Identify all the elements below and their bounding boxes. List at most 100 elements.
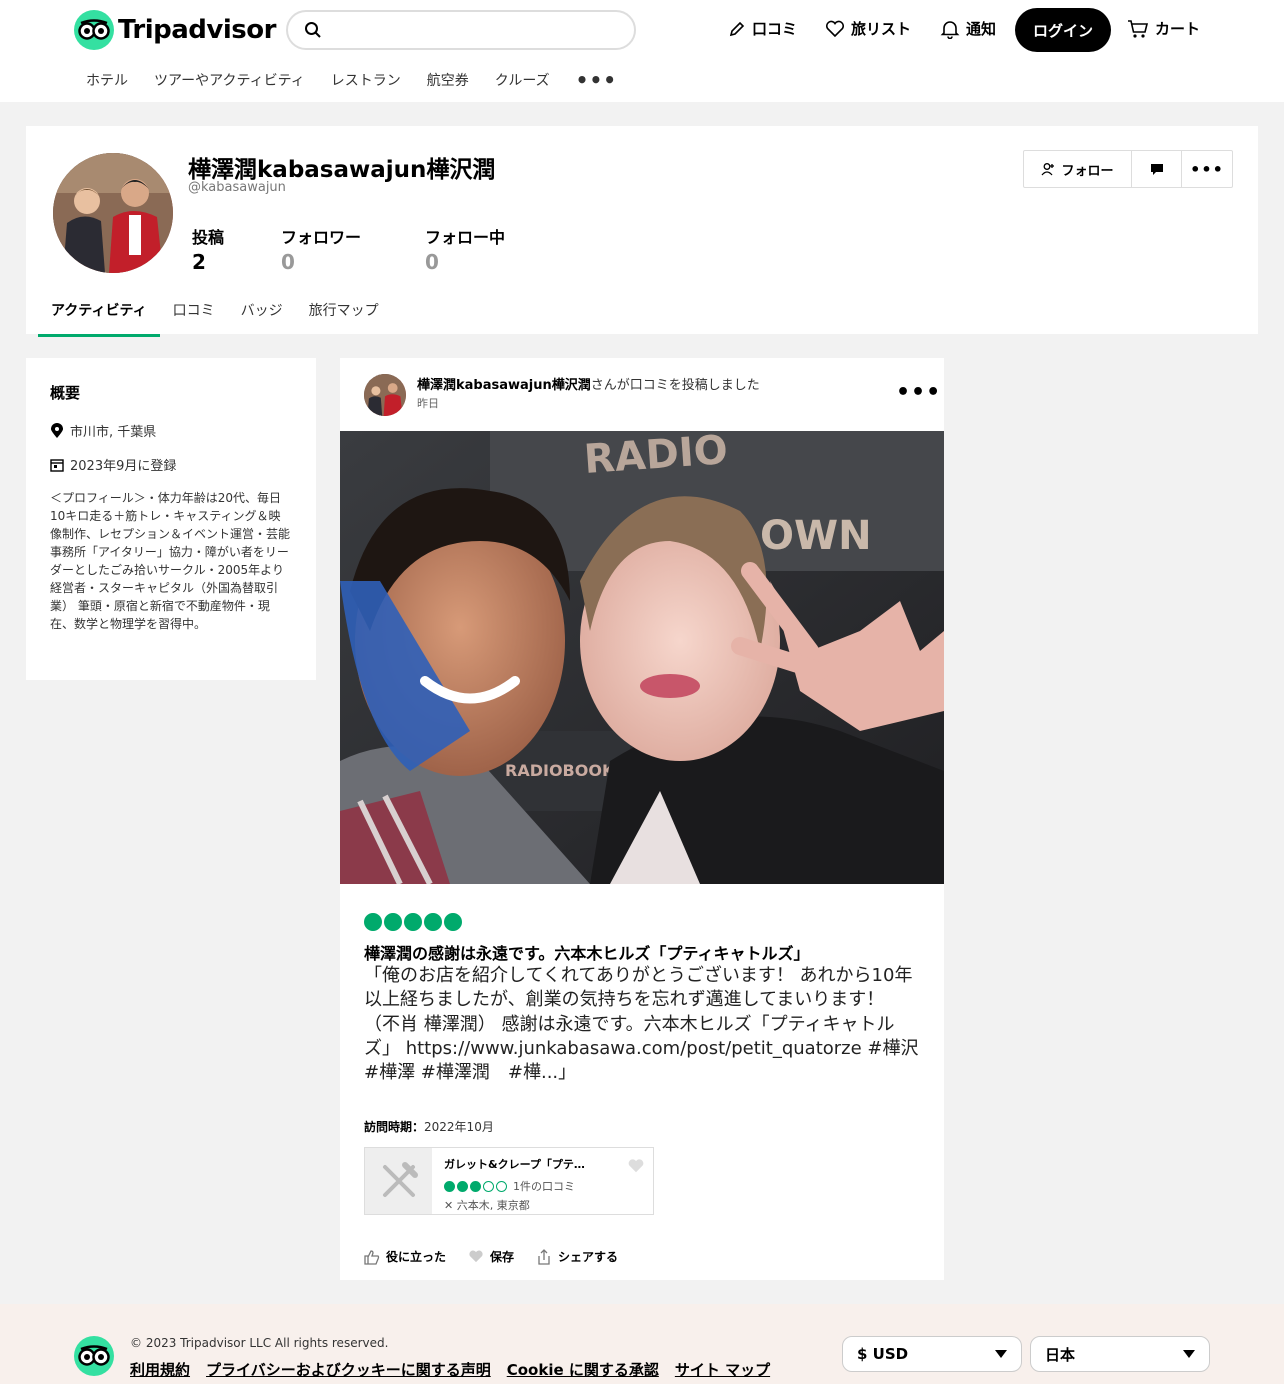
cart-icon [1128, 19, 1149, 38]
profile-tabs: アクティビティ 口コミ バッジ 旅行マップ [38, 294, 392, 337]
chevron-down-icon [1183, 1350, 1195, 1358]
place-bubble-filled [470, 1180, 481, 1192]
search-input[interactable] [330, 22, 634, 38]
message-button[interactable] [1132, 151, 1182, 187]
stat-followers-label: フォロワー [281, 228, 362, 247]
nav-review[interactable]: 口コミ [728, 18, 797, 39]
place-review-count: 1件の口コミ [513, 1180, 575, 1193]
currency-select[interactable]: $ USD [842, 1336, 1022, 1372]
share-label: シェアする [558, 1250, 619, 1264]
profile-card: 樺澤潤kabasawajun樺沢潤 @kabasawajun 投稿 2 フォロワ… [26, 126, 1258, 337]
utensils-small-icon: ✕ [444, 1199, 454, 1212]
category-tours[interactable]: ツアーやアクティビティ [154, 70, 305, 90]
intro-card: 概要 市川市, 千葉県 2023年9月に登録 ＜プロフィール＞・体力年齢は20代… [26, 358, 316, 680]
rating-bubble-filled [444, 913, 462, 931]
tab-activity[interactable]: アクティビティ [38, 294, 160, 337]
footer-link-sitemap[interactable]: サイト マップ [675, 1359, 770, 1380]
stat-following-label: フォロー中 [425, 228, 506, 247]
nav-alerts[interactable]: 通知 [940, 18, 996, 39]
tab-travel-map[interactable]: 旅行マップ [296, 294, 392, 337]
place-bubble-empty [496, 1180, 507, 1192]
helpful-button[interactable]: 役に立った [364, 1248, 446, 1265]
place-info: ガレット&クレープ「プテ… 1件の口コミ ✕ 六本木, 東京都 [432, 1148, 653, 1214]
share-icon [538, 1248, 550, 1265]
intro-joined-text: 2023年9月に登録 [70, 459, 177, 474]
nav-cart[interactable]: カート [1127, 18, 1200, 39]
post-rating-bubbles [364, 913, 462, 931]
footer-link-cookie[interactable]: Cookie に関する承認 [507, 1359, 659, 1380]
copyright: © 2023 Tripadvisor LLC All rights reserv… [130, 1336, 389, 1350]
stat-posts[interactable]: 投稿 2 [192, 224, 224, 274]
place-thumbnail [365, 1148, 432, 1214]
post-author-avatar[interactable] [364, 374, 406, 416]
nav-trips[interactable]: 旅リスト [825, 18, 911, 39]
more-categories-icon[interactable]: ••• [576, 70, 617, 90]
nav-review-label: 口コミ [752, 20, 798, 38]
rating-bubble-filled [424, 913, 442, 931]
category-nav: ホテル ツアーやアクティビティ レストラン 航空券 クルーズ ••• [86, 70, 617, 90]
post-author-name[interactable]: 樺澤潤kabasawajun樺沢潤 [417, 378, 591, 393]
search-box[interactable] [286, 10, 636, 50]
place-bubble-empty [483, 1180, 494, 1192]
footer: © 2023 Tripadvisor LLC All rights reserv… [0, 1304, 1284, 1384]
post-header: 樺澤潤kabasawajun樺沢潤さんが口コミを投稿しました [417, 374, 760, 393]
post-action-text: さんが口コミを投稿しました [590, 378, 760, 393]
footer-owl-logo-icon[interactable] [74, 1336, 114, 1376]
intro-location-text: 市川市, 千葉県 [70, 425, 157, 440]
stat-followers-value: 0 [281, 250, 295, 274]
share-button[interactable]: シェアする [536, 1248, 618, 1265]
region-select[interactable]: 日本 [1030, 1336, 1210, 1372]
photo-sign-side: OWN [760, 513, 872, 559]
save-place-heart-icon[interactable] [627, 1158, 645, 1174]
region-value: 日本 [1045, 1345, 1076, 1364]
follow-button[interactable]: フォロー [1024, 151, 1132, 187]
place-location-text: 六本木, 東京都 [456, 1199, 530, 1212]
stat-followers[interactable]: フォロワー 0 [281, 224, 361, 274]
category-cruises[interactable]: クルーズ [495, 70, 550, 90]
message-icon [1150, 164, 1163, 175]
stat-following[interactable]: フォロー中 0 [425, 224, 505, 274]
review-title[interactable]: 樺澤潤の感謝は永遠です。六本木ヒルズ「プティキャトルズ」 [364, 940, 920, 964]
intro-title: 概要 [50, 384, 81, 402]
tab-badges[interactable]: バッジ [228, 294, 296, 337]
category-flights[interactable]: 航空券 [427, 70, 469, 90]
place-location: ✕ 六本木, 東京都 [444, 1197, 641, 1213]
place-card[interactable]: ガレット&クレープ「プテ… 1件の口コミ ✕ 六本木, 東京都 [364, 1147, 654, 1215]
place-rating: 1件の口コミ [444, 1178, 641, 1194]
utensils-icon [382, 1162, 418, 1197]
bell-icon [940, 20, 960, 39]
profile-handle: @kabasawajun [188, 180, 286, 195]
post-more-icon[interactable]: ••• [896, 380, 941, 405]
avatar[interactable] [53, 153, 173, 273]
nav-alerts-label: 通知 [966, 20, 997, 38]
rating-bubble-filled [404, 913, 422, 931]
pencil-icon [729, 21, 745, 36]
place-bubble-filled [444, 1180, 455, 1192]
category-restaurants[interactable]: レストラン [331, 70, 401, 90]
visit-date-label: 訪問時期： [364, 1120, 425, 1134]
tab-reviews[interactable]: 口コミ [160, 294, 228, 337]
stat-following-value: 0 [425, 250, 439, 274]
more-options-button[interactable]: ••• [1182, 151, 1232, 187]
stat-posts-label: 投稿 [192, 228, 225, 247]
post-photo[interactable]: RADIO OWN RADIOBOOK [340, 431, 944, 884]
post-time: 昨日 [417, 397, 439, 410]
intro-joined: 2023年9月に登録 [50, 455, 292, 474]
intro-location: 市川市, 千葉県 [50, 421, 292, 440]
calendar-icon [50, 458, 64, 472]
brand-name: Tripadvisor [118, 15, 276, 45]
stat-posts-value: 2 [192, 250, 206, 274]
follow-button-label: フォロー [1061, 163, 1114, 179]
login-button[interactable]: ログイン [1015, 8, 1111, 52]
nav-cart-label: カート [1155, 20, 1201, 38]
category-hotels[interactable]: ホテル [86, 70, 128, 90]
add-user-icon [1041, 163, 1055, 176]
helpful-label: 役に立った [386, 1250, 447, 1264]
tripadvisor-logo[interactable]: Tripadvisor [74, 10, 276, 50]
place-name[interactable]: ガレット&クレープ「プテ… [444, 1156, 641, 1172]
place-bubble-filled [457, 1180, 468, 1192]
footer-link-terms[interactable]: 利用規約 [130, 1359, 190, 1380]
save-button[interactable]: 保存 [468, 1248, 514, 1265]
footer-link-privacy[interactable]: プライバシーおよびクッキーに関する声明 [206, 1359, 491, 1380]
owl-logo-icon [74, 10, 114, 50]
